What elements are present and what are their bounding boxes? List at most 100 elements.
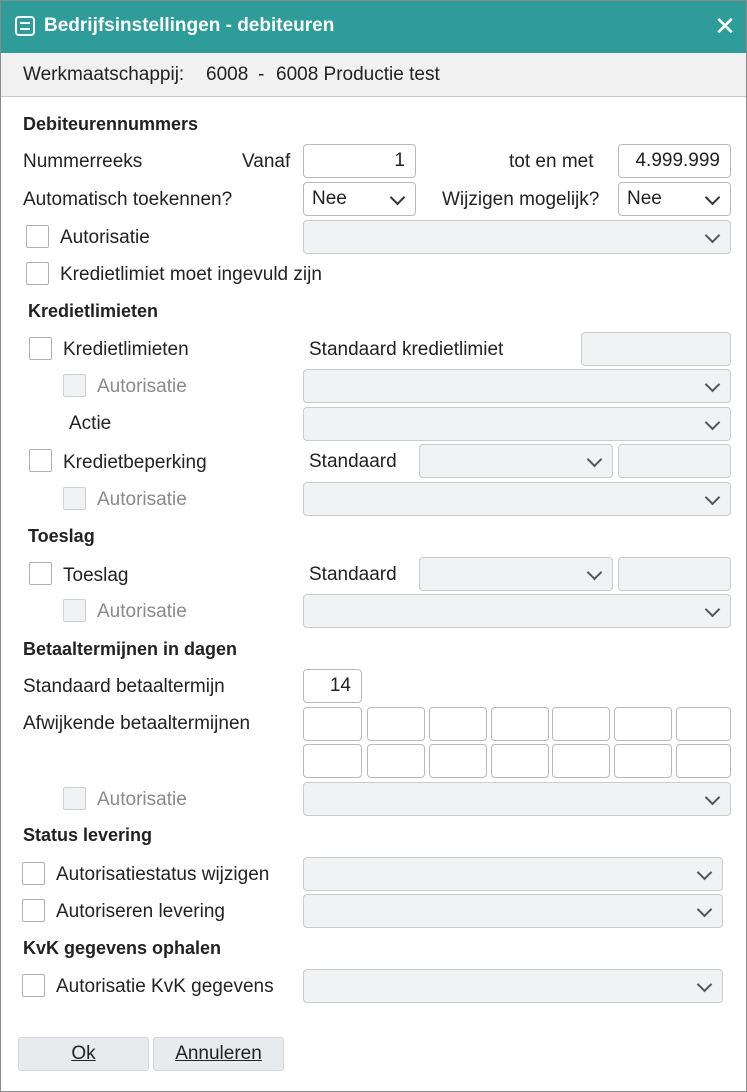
autorisatie-select[interactable] (303, 220, 731, 254)
toeslag-autorisatie-select[interactable] (303, 594, 731, 628)
toeslag-standaard-label: Standaard (309, 564, 397, 585)
afwijkende-betaaltermijn-input[interactable] (614, 744, 672, 778)
autorisatiestatus-wijzigen-select[interactable] (303, 857, 723, 891)
afwijkende-betaaltermijn-input[interactable] (676, 744, 731, 778)
section-toeslag: Toeslag (28, 526, 95, 546)
autoriseren-levering-select[interactable] (303, 894, 723, 928)
ok-button-label: Ok (71, 1043, 96, 1064)
automatisch-toekennen-value: Nee (312, 188, 347, 209)
afwijkende-betaaltermijn-input[interactable] (614, 707, 672, 741)
autorisatie-checkbox[interactable] (26, 225, 49, 248)
standaard-betaaltermijn-input[interactable]: 14 (303, 669, 362, 703)
afwijkende-betaaltermijn-input[interactable] (491, 707, 549, 741)
section-debiteurennummers: Debiteurennummers (23, 114, 199, 134)
afwijkende-betaaltermijn-input[interactable] (367, 707, 425, 741)
tot-en-met-input[interactable]: 4.999.999 (618, 144, 731, 178)
chevron-down-icon (586, 451, 603, 468)
toeslag-standaard-select[interactable] (419, 557, 613, 591)
autorisatiestatus-wijzigen-label: Autorisatiestatus wijzigen (56, 864, 270, 885)
toeslag-checkbox[interactable] (29, 562, 52, 585)
kredietbeperking-standaard-select[interactable] (419, 444, 613, 478)
kredietlimieten-label: Kredietlimieten (63, 339, 189, 360)
afwijkende-betaaltermijn-input[interactable] (367, 744, 425, 778)
chevron-down-icon (696, 864, 713, 881)
betaaltermijn-autorisatie-checkbox[interactable] (63, 787, 86, 810)
settings-list-icon (15, 16, 35, 36)
company-separator: - (258, 64, 265, 85)
afwijkende-betaaltermijn-input[interactable] (303, 707, 362, 741)
section-kvk: KvK gegevens ophalen (23, 938, 222, 958)
vanaf-input[interactable]: 1 (303, 144, 416, 178)
betaaltermijn-autorisatie-label: Autorisatie (97, 789, 187, 810)
wijzigen-mogelijk-label: Wijzigen mogelijk? (442, 189, 600, 210)
section-betaaltermijnen: Betaaltermijnen in dagen (23, 639, 238, 659)
autorisatie-kvk-label: Autorisatie KvK gegevens (56, 976, 274, 997)
kredietlimiet-verplicht-checkbox[interactable] (26, 262, 49, 285)
section-kredietlimieten: Kredietlimieten (28, 301, 159, 321)
chevron-down-icon (696, 976, 713, 993)
chevron-down-icon (696, 901, 713, 918)
toeslag-autorisatie-checkbox[interactable] (63, 599, 86, 622)
automatisch-toekennen-select[interactable]: Nee (303, 182, 416, 216)
company-label: Werkmaatschappij: (23, 64, 185, 85)
chevron-down-icon (704, 376, 721, 393)
kredietbeperking-label: Kredietbeperking (63, 452, 207, 473)
afwijkende-betaaltermijn-input[interactable] (676, 707, 731, 741)
autoriseren-levering-checkbox[interactable] (22, 899, 45, 922)
chevron-down-icon (704, 227, 721, 244)
kredietbeperking-autorisatie-select[interactable] (303, 482, 731, 516)
chevron-down-icon (586, 564, 603, 581)
cancel-button[interactable]: Annuleren (153, 1037, 284, 1071)
afwijkende-betaaltermijnen-label: Afwijkende betaaltermijnen (23, 713, 251, 734)
settings-dialog: Bedrijfsinstellingen - debiteuren ✕ Werk… (0, 0, 747, 1092)
kredietlimieten-autorisatie-label: Autorisatie (97, 376, 187, 397)
toeslag-standaard-input[interactable] (618, 557, 731, 591)
chevron-down-icon (704, 189, 721, 206)
company-name: 6008 Productie test (276, 64, 440, 85)
wijzigen-mogelijk-select[interactable]: Nee (618, 182, 731, 216)
toeslag-label: Toeslag (63, 565, 129, 586)
section-status-levering: Status levering (23, 825, 153, 845)
autorisatie-kvk-checkbox[interactable] (22, 974, 45, 997)
nummerreeks-label: Nummerreeks (23, 151, 143, 172)
autorisatie-kvk-select[interactable] (303, 969, 723, 1003)
kredietbeperking-standaard-input[interactable] (618, 444, 731, 478)
close-icon[interactable]: ✕ (711, 10, 739, 42)
betaaltermijn-autorisatie-select[interactable] (303, 782, 731, 816)
autoriseren-levering-label: Autoriseren levering (56, 901, 225, 922)
company-bar: Werkmaatschappij: 6008 - 6008 Productie … (1, 53, 746, 97)
chevron-down-icon (704, 601, 721, 618)
company-code: 6008 (206, 64, 249, 85)
autorisatie-label: Autorisatie (60, 227, 150, 248)
kredietlimiet-verplicht-label: Kredietlimiet moet ingevuld zijn (60, 264, 322, 285)
kredietlimieten-autorisatie-checkbox[interactable] (63, 374, 86, 397)
ok-button[interactable]: Ok (18, 1037, 149, 1071)
kredietlimieten-autorisatie-select[interactable] (303, 369, 731, 403)
dialog-title: Bedrijfsinstellingen - debiteuren (44, 15, 335, 36)
chevron-down-icon (389, 189, 406, 206)
afwijkende-betaaltermijn-input[interactable] (429, 707, 487, 741)
standaard-betaaltermijn-label: Standaard betaaltermijn (23, 676, 225, 697)
afwijkende-betaaltermijn-input[interactable] (303, 744, 362, 778)
wijzigen-mogelijk-value: Nee (627, 188, 662, 209)
kredietbeperking-standaard-label: Standaard (309, 451, 397, 472)
chevron-down-icon (704, 789, 721, 806)
afwijkende-betaaltermijn-input[interactable] (552, 744, 610, 778)
cancel-button-label: Annuleren (175, 1043, 262, 1064)
chevron-down-icon (704, 414, 721, 431)
actie-label: Actie (69, 413, 112, 434)
title-bar: Bedrijfsinstellingen - debiteuren ✕ (1, 1, 746, 53)
standaard-kredietlimiet-input[interactable] (581, 332, 731, 366)
kredietbeperking-autorisatie-checkbox[interactable] (63, 487, 86, 510)
kredietbeperking-checkbox[interactable] (29, 449, 52, 472)
afwijkende-betaaltermijn-input[interactable] (429, 744, 487, 778)
actie-select[interactable] (303, 407, 731, 441)
kredietbeperking-autorisatie-label: Autorisatie (97, 489, 187, 510)
autorisatiestatus-wijzigen-checkbox[interactable] (22, 862, 45, 885)
automatisch-toekennen-label: Automatisch toekennen? (23, 189, 233, 210)
kredietlimieten-checkbox[interactable] (29, 337, 52, 360)
standaard-kredietlimiet-label: Standaard kredietlimiet (309, 339, 504, 360)
chevron-down-icon (704, 489, 721, 506)
afwijkende-betaaltermijn-input[interactable] (552, 707, 610, 741)
afwijkende-betaaltermijn-input[interactable] (491, 744, 549, 778)
